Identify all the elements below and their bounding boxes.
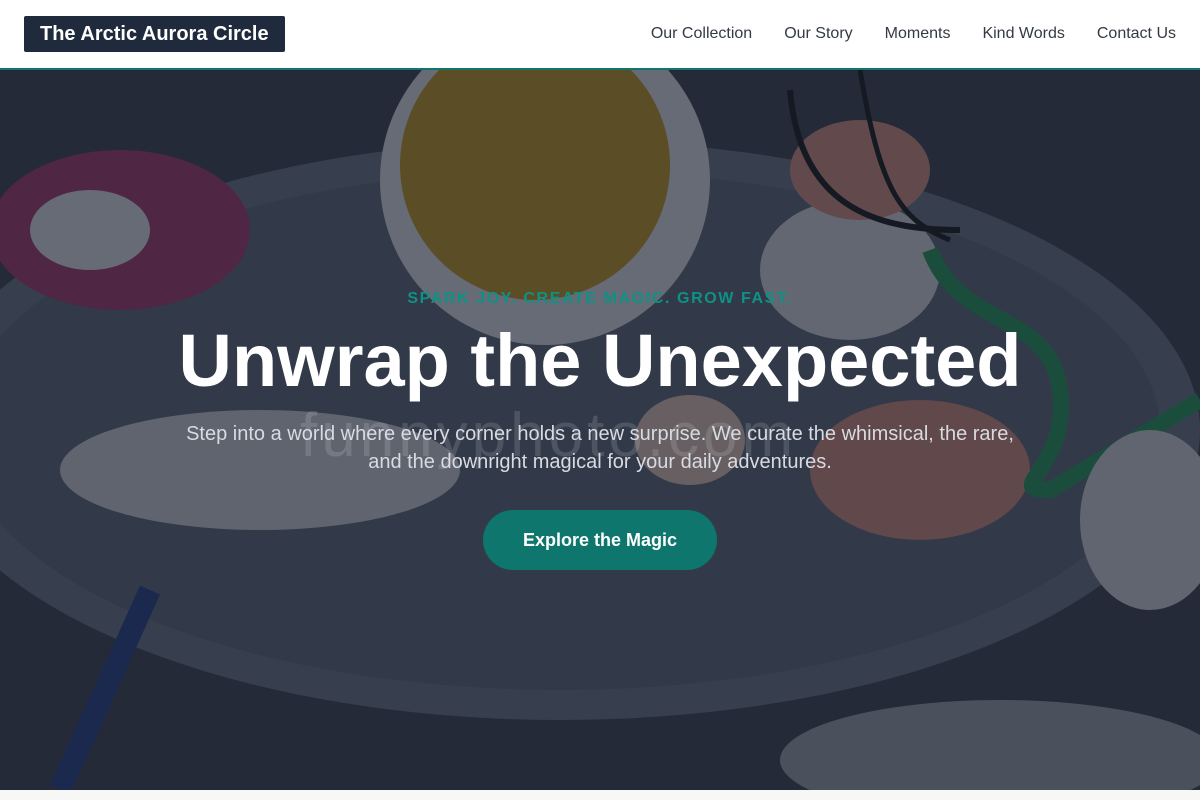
hero-headline: Unwrap the Unexpected xyxy=(178,319,1022,402)
site-logo[interactable]: The Arctic Aurora Circle xyxy=(24,16,285,52)
nav-item-kind-words[interactable]: Kind Words xyxy=(982,25,1064,43)
hero-content: SPARK JOY. CREATE MAGIC. GROW FAST. Unwr… xyxy=(0,70,1200,790)
top-navigation-bar: The Arctic Aurora Circle Our Collection … xyxy=(0,0,1200,70)
explore-the-magic-button[interactable]: Explore the Magic xyxy=(482,510,718,570)
nav-item-moments[interactable]: Moments xyxy=(885,25,951,43)
main-nav: Our Collection Our Story Moments Kind Wo… xyxy=(651,25,1176,43)
nav-item-contact-us[interactable]: Contact Us xyxy=(1097,25,1176,43)
nav-item-our-collection[interactable]: Our Collection xyxy=(651,25,752,43)
hero-section: funnyphoto.com SPARK JOY. CREATE MAGIC. … xyxy=(0,70,1200,790)
hero-kicker: SPARK JOY. CREATE MAGIC. GROW FAST. xyxy=(407,290,793,307)
hero-subtitle: Step into a world where every corner hol… xyxy=(186,423,1014,473)
nav-item-our-story[interactable]: Our Story xyxy=(784,25,852,43)
